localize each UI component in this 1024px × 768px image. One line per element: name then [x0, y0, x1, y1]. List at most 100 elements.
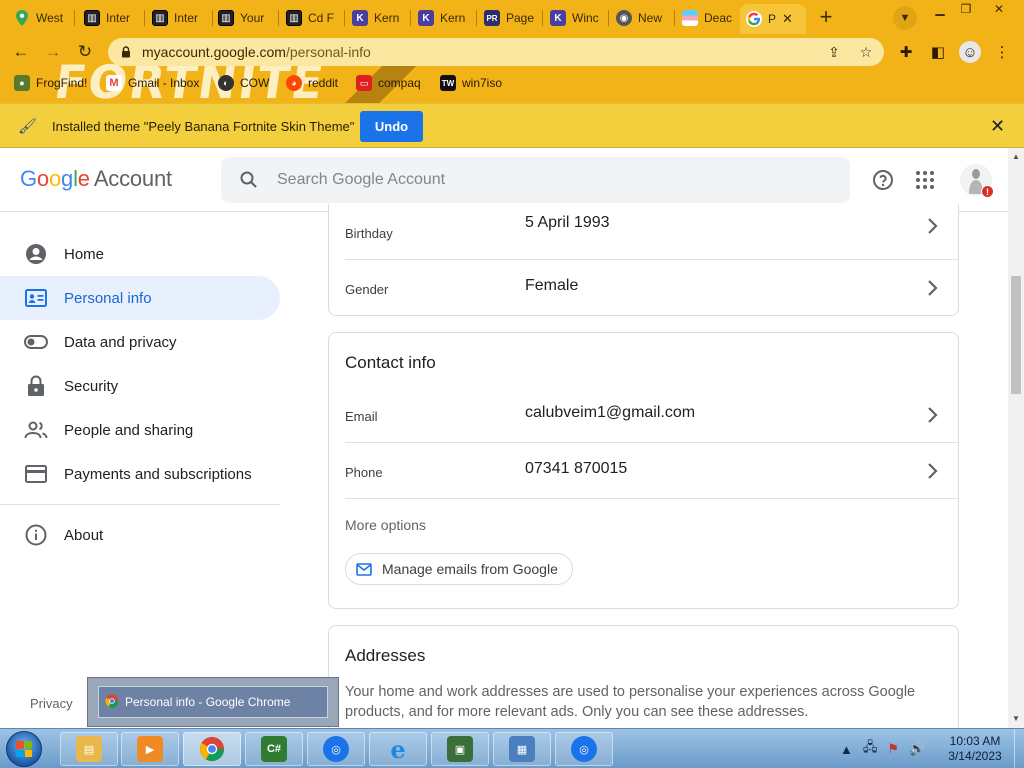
sidebar-item-people-and-sharing[interactable]: People and sharing	[0, 408, 280, 452]
tooltip-item[interactable]: Personal info - Google Chrome	[98, 686, 328, 718]
reload-button[interactable]: ↻	[74, 41, 96, 63]
network-icon[interactable]: 🖧	[863, 738, 878, 760]
forward-button[interactable]: →	[42, 41, 64, 63]
start-button[interactable]	[6, 731, 42, 767]
birthday-row[interactable]: Birthday 5 April 1993	[345, 204, 958, 260]
bookmark-cow[interactable]: ◐ COW	[218, 75, 269, 91]
page-scrollbar[interactable]: ▲ ▼	[1008, 148, 1024, 728]
taskbar-control-panel[interactable]: ▦	[493, 732, 551, 766]
search-icon	[221, 170, 277, 190]
tab-10[interactable]: Deac	[676, 4, 738, 32]
close-tab-icon[interactable]: ✕	[782, 11, 793, 27]
gmail-icon: M	[106, 75, 122, 91]
tab-2[interactable]: ▥ Inter	[146, 4, 210, 32]
email-row[interactable]: Email calubveim1@gmail.com	[345, 387, 958, 443]
kebab-menu-icon[interactable]: ⋮	[991, 41, 1013, 63]
tab-label: Winc	[572, 11, 599, 25]
tab-label: Deac	[704, 11, 733, 25]
tab-9[interactable]: ◉ New	[610, 4, 674, 32]
sidebar-item-label: Data and privacy	[64, 333, 177, 351]
address-bar[interactable]: myaccount.google.com/personal-info	[108, 38, 884, 66]
sidebar-item-payments[interactable]: Payments and subscriptions	[0, 452, 280, 496]
restore-button[interactable]: ❐	[952, 0, 980, 18]
theme-infobar: 🖌 Installed theme "Peely Banana Fortnite…	[0, 103, 1024, 148]
tooltip-label: Personal info - Google Chrome	[125, 695, 291, 709]
tab-3[interactable]: ▥ Your	[212, 4, 276, 32]
back-button[interactable]: ←	[10, 41, 32, 63]
undo-button[interactable]: Undo	[360, 111, 423, 142]
show-hidden-icons-icon[interactable]: ▲	[840, 742, 853, 757]
sidebar-item-about[interactable]: About	[0, 513, 280, 557]
tab-label: P	[768, 12, 777, 26]
search-input[interactable]	[277, 171, 817, 189]
minimize-button[interactable]: ▁	[926, 0, 954, 18]
profile-avatar-icon[interactable]: ☺	[959, 41, 981, 63]
google-g-icon	[746, 11, 762, 27]
scroll-up-icon[interactable]: ▲	[1012, 152, 1020, 161]
row-label: Birthday	[345, 226, 393, 241]
bookmark-reddit[interactable]: ◕ reddit	[286, 75, 338, 91]
tab-11-active[interactable]: P ✕	[740, 4, 806, 34]
bookmark-win7iso[interactable]: TW win7iso	[440, 75, 502, 91]
taskbar-chrome-user[interactable]: ◎	[307, 732, 365, 766]
taskbar-chrome-user-2[interactable]: ◎	[555, 732, 613, 766]
google-account-logo[interactable]: Google Account	[20, 166, 172, 192]
close-infobar-icon[interactable]: ✕	[990, 116, 1005, 137]
volume-icon[interactable]: 🔊	[909, 741, 925, 757]
apps-grid-icon[interactable]	[913, 168, 937, 192]
sidebar-item-data-and-privacy[interactable]: Data and privacy	[0, 320, 280, 364]
tab-1[interactable]: ▥ Inter	[78, 4, 142, 32]
flag-alert-icon[interactable]: ⚑	[887, 741, 899, 757]
search-box[interactable]	[221, 157, 850, 203]
extensions-puzzle-icon[interactable]: ✚	[895, 41, 917, 63]
frogfind-icon: ●	[14, 75, 30, 91]
scrollbar-thumb[interactable]	[1011, 276, 1021, 394]
show-desktop-button[interactable]	[1014, 729, 1024, 768]
manage-emails-button[interactable]: Manage emails from Google	[345, 553, 573, 585]
tab-strip: West ▥ Inter ▥ Inter ▥ Your ▥ Cd F K Ker…	[0, 0, 1024, 34]
gender-row[interactable]: Gender Female	[345, 260, 958, 316]
privacy-link[interactable]: Privacy	[30, 696, 73, 711]
taskbar-media-player[interactable]: ▶	[121, 732, 179, 766]
tab-search-button[interactable]: ▼	[893, 6, 917, 30]
taskbar-chrome[interactable]	[183, 732, 241, 766]
plus-icon: +	[819, 4, 833, 29]
sidebar-item-personal-info[interactable]: Personal info	[0, 276, 280, 320]
tab-0[interactable]: West	[8, 4, 70, 32]
tab-7[interactable]: PR Page	[478, 4, 542, 32]
bookmark-star-icon[interactable]: ☆	[856, 42, 876, 62]
cow-icon: ◐	[218, 75, 234, 91]
taskbar-internet-explorer[interactable]: e	[369, 732, 427, 766]
media-player-icon: ▶	[137, 736, 163, 762]
contact-info-card: Contact info Email calubveim1@gmail.com …	[328, 332, 959, 609]
side-panel-icon[interactable]: ◧	[927, 41, 949, 63]
taskbar-file-explorer[interactable]: ▤	[60, 732, 118, 766]
system-clock[interactable]: 10:03 AM 3/14/2023	[940, 734, 1010, 764]
scroll-down-icon[interactable]: ▼	[1012, 714, 1020, 723]
bookmark-label: FrogFind!	[36, 76, 88, 90]
row-label: Phone	[345, 465, 383, 480]
sidebar-item-security[interactable]: Security	[0, 364, 280, 408]
tab-5[interactable]: K Kern	[346, 4, 410, 32]
tab-8[interactable]: K Winc	[544, 4, 608, 32]
sidebar-item-home[interactable]: Home	[0, 232, 280, 276]
browser-chrome: FORTNITE West ▥ Inter ▥ Inter ▥ Your ▥ C…	[0, 0, 1024, 148]
taskbar-computer[interactable]: ▣	[431, 732, 489, 766]
tab-4[interactable]: ▥ Cd F	[280, 4, 344, 32]
share-icon[interactable]: ⇪	[824, 42, 844, 62]
taskbar-csharp[interactable]: C#	[245, 732, 303, 766]
chrome-user-icon: ◎	[571, 736, 597, 762]
help-icon[interactable]	[871, 168, 895, 192]
new-tab-button[interactable]: +	[814, 6, 838, 30]
bookmark-gmail[interactable]: M Gmail - Inbox	[106, 75, 199, 91]
bookmark-compaq[interactable]: ▭ compaq	[356, 75, 421, 91]
close-window-button[interactable]: ✕	[984, 0, 1014, 18]
tab-6[interactable]: K Kern	[412, 4, 476, 32]
lock-icon	[24, 374, 48, 398]
bookmark-frogfind[interactable]: ● FrogFind!	[14, 75, 87, 91]
taskbar-preview-tooltip[interactable]: Personal info - Google Chrome	[87, 677, 339, 727]
phone-row[interactable]: Phone 07341 870015	[345, 443, 958, 499]
sidebar-item-label: Personal info	[64, 289, 152, 307]
account-avatar[interactable]: !	[960, 164, 994, 198]
arrow-right-icon: →	[44, 42, 62, 61]
